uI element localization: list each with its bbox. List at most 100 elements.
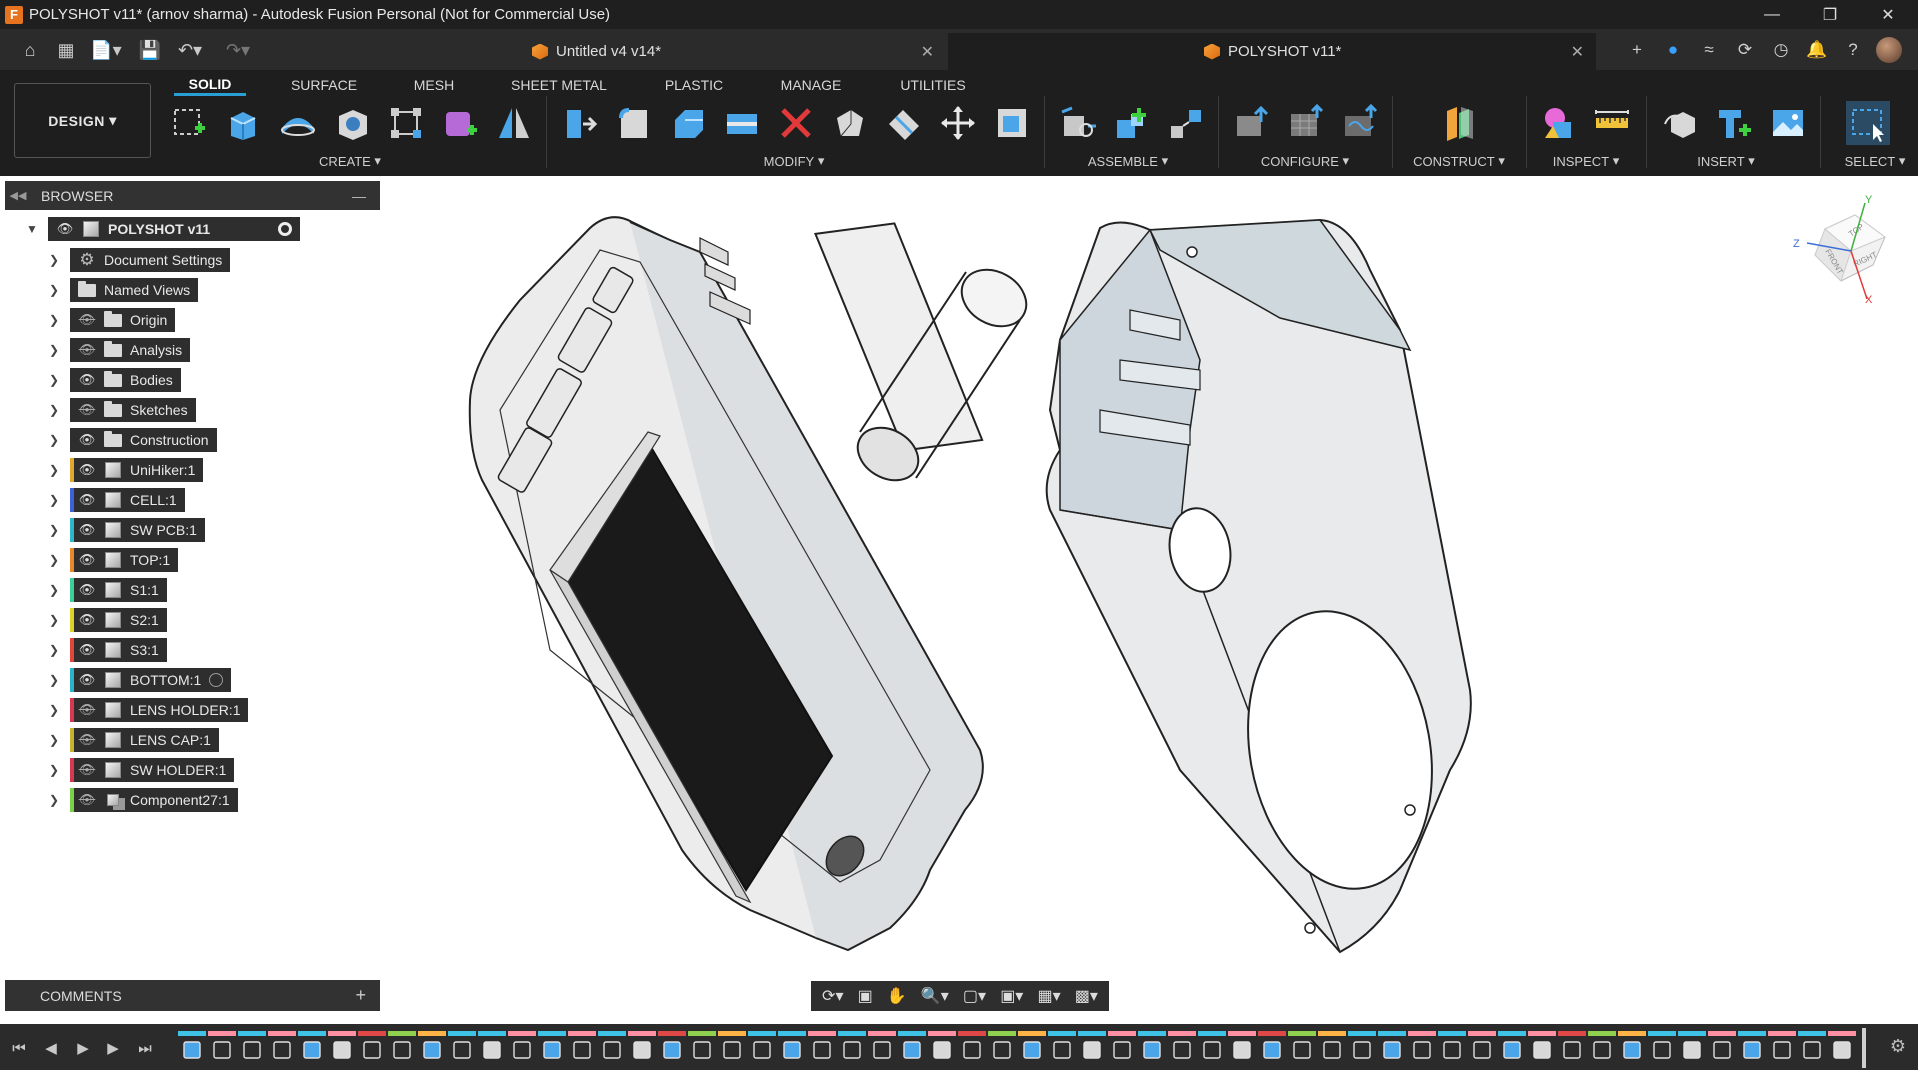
browser-item[interactable]: 👁 Bodies — [70, 368, 181, 392]
chevron-right-icon[interactable]: ❯ — [46, 788, 62, 812]
hidden-eye-icon[interactable]: 👁 — [74, 698, 100, 722]
modify-group-label[interactable]: MODIFY ▾ — [744, 152, 844, 170]
visibility-eye-icon[interactable]: 👁 — [74, 368, 100, 392]
browser-item[interactable]: 👁 Sketches — [70, 398, 196, 422]
press-pull-icon[interactable] — [558, 101, 602, 145]
file-menu-icon[interactable]: 📄▾ — [88, 37, 124, 63]
chevron-right-icon[interactable]: ❯ — [46, 338, 62, 362]
hidden-eye-icon[interactable]: 👁 — [74, 338, 100, 362]
insert-group-label[interactable]: INSERT ▾ — [1676, 152, 1776, 170]
chevron-right-icon[interactable]: ❯ — [46, 668, 62, 692]
move-icon[interactable] — [936, 101, 980, 145]
go-to-end-icon[interactable]: ⏭ — [134, 1037, 156, 1059]
job-status-icon[interactable]: ≈ — [1696, 37, 1722, 63]
go-to-start-icon[interactable]: ⏮ — [8, 1037, 30, 1059]
orbit-icon[interactable]: ⟳▾ — [822, 986, 843, 1006]
browser-item[interactable]: 👁 Component27:1 — [70, 788, 238, 812]
chevron-right-icon[interactable]: ❯ — [46, 428, 62, 452]
browser-item[interactable]: 👁 S1:1 — [70, 578, 167, 602]
select-window-icon[interactable] — [1846, 101, 1890, 145]
collapse-panel-icon[interactable]: ◀◀ — [5, 189, 31, 202]
close-tab-icon[interactable]: ✕ — [921, 42, 934, 62]
chamfer-icon[interactable] — [666, 101, 710, 145]
insert-mcmaster-icon[interactable] — [1712, 101, 1756, 145]
browser-item[interactable]: 👁 LENS HOLDER:1 — [70, 698, 249, 722]
mirror-icon[interactable] — [492, 101, 536, 145]
tab-plastic[interactable]: PLASTIC — [654, 74, 734, 96]
rectangular-pattern-icon[interactable] — [384, 101, 428, 145]
chevron-right-icon[interactable]: ❯ — [46, 728, 62, 752]
chevron-right-icon[interactable]: ❯ — [46, 518, 62, 542]
look-at-icon[interactable]: ▣ — [858, 986, 873, 1006]
browser-item[interactable]: 👁 CELL:1 — [70, 488, 185, 512]
browser-panel-header[interactable]: ◀◀ BROWSER — — [5, 181, 380, 210]
hole-icon[interactable] — [330, 101, 374, 145]
pan-hand-icon[interactable]: ✋ — [887, 986, 907, 1006]
play-icon[interactable]: ▶ — [72, 1037, 94, 1059]
activate-radio-icon[interactable] — [209, 673, 224, 687]
configure-group-label[interactable]: CONFIGURE ▾ — [1250, 152, 1360, 170]
measure-icon[interactable] — [1590, 101, 1634, 145]
hidden-eye-icon[interactable]: 👁 — [74, 758, 100, 782]
chevron-right-icon[interactable]: ❯ — [46, 548, 62, 572]
save-icon[interactable]: 💾 — [136, 37, 164, 63]
workspace-dropdown[interactable]: DESIGN ▾ — [14, 83, 151, 158]
timeline-features[interactable] — [178, 1028, 1866, 1068]
joint-icon[interactable] — [1110, 101, 1154, 145]
hidden-eye-icon[interactable]: 👁 — [74, 788, 100, 812]
tab-solid[interactable]: SOLID — [174, 74, 246, 96]
redo-icon[interactable]: ↷▾ — [220, 37, 256, 63]
browser-item[interactable]: 👁 Origin — [70, 308, 176, 332]
tab-surface[interactable]: SURFACE — [282, 74, 366, 96]
new-tab-icon[interactable]: + — [1624, 37, 1650, 63]
browser-item[interactable]: 👁 UniHiker:1 — [70, 458, 204, 482]
extrude-icon[interactable] — [222, 101, 266, 145]
shell-icon[interactable] — [720, 101, 764, 145]
step-back-icon[interactable]: ◀ — [40, 1037, 62, 1059]
browser-root-node[interactable]: 👁 POLYSHOT v11 — [48, 217, 300, 241]
close-window-button[interactable]: ✕ — [1858, 0, 1918, 29]
visibility-eye-icon[interactable]: 👁 — [52, 217, 78, 241]
browser-item[interactable]: 👁 SW PCB:1 — [70, 518, 205, 542]
tab-sheet-metal[interactable]: SHEET METAL — [504, 74, 614, 96]
offset-plane-icon[interactable] — [1438, 101, 1482, 145]
browser-item[interactable]: ⚙ Document Settings — [70, 248, 231, 272]
chevron-down-icon[interactable]: ▼ — [24, 217, 40, 241]
visibility-eye-icon[interactable]: 👁 — [74, 458, 100, 482]
hidden-eye-icon[interactable]: 👁 — [74, 398, 100, 422]
model-viewport[interactable] — [460, 210, 1480, 970]
visibility-eye-icon[interactable]: 👁 — [74, 548, 100, 572]
chevron-right-icon[interactable]: ❯ — [46, 368, 62, 392]
close-tab-icon[interactable]: ✕ — [1571, 42, 1584, 62]
visibility-eye-icon[interactable]: 👁 — [74, 518, 100, 542]
chevron-right-icon[interactable]: ❯ — [46, 578, 62, 602]
hidden-eye-icon[interactable]: 👁 — [74, 728, 100, 752]
extensions-icon[interactable]: ● — [1660, 37, 1686, 63]
chevron-right-icon[interactable]: ❯ — [46, 248, 62, 272]
history-icon[interactable]: ◷ — [1768, 37, 1794, 63]
construct-group-label[interactable]: CONSTRUCT ▾ — [1404, 152, 1514, 170]
scale-icon[interactable] — [828, 101, 872, 145]
browser-item[interactable]: 👁 TOP:1 — [70, 548, 179, 572]
fit-icon[interactable]: ▢▾ — [963, 986, 986, 1006]
step-forward-icon[interactable]: ▶ — [102, 1037, 124, 1059]
browser-item[interactable]: 👁 Analysis — [70, 338, 191, 362]
visibility-eye-icon[interactable]: 👁 — [74, 668, 100, 692]
configuration-table-icon[interactable] — [1284, 101, 1328, 145]
home-icon[interactable]: ⌂ — [16, 37, 44, 63]
insert-derive-icon[interactable] — [1658, 101, 1702, 145]
delete-icon[interactable] — [774, 101, 818, 145]
select-group-label[interactable]: SELECT ▾ — [1830, 152, 1918, 170]
create-group-label[interactable]: CREATE ▾ — [300, 152, 400, 170]
chevron-right-icon[interactable]: ❯ — [46, 608, 62, 632]
assemble-group-label[interactable]: ASSEMBLE ▾ — [1078, 152, 1178, 170]
sync-icon[interactable]: ⟳ — [1732, 37, 1758, 63]
notification-bell-icon[interactable]: 🔔 — [1804, 37, 1830, 63]
add-comment-icon[interactable]: + — [355, 985, 366, 1006]
browser-item[interactable]: 👁 S3:1 — [70, 638, 167, 662]
create-form-icon[interactable] — [438, 101, 482, 145]
visibility-eye-icon[interactable]: 👁 — [74, 638, 100, 662]
comments-panel-header[interactable]: COMMENTS + — [5, 980, 380, 1011]
active-radio-icon[interactable] — [278, 222, 292, 236]
chevron-right-icon[interactable]: ❯ — [46, 278, 62, 302]
